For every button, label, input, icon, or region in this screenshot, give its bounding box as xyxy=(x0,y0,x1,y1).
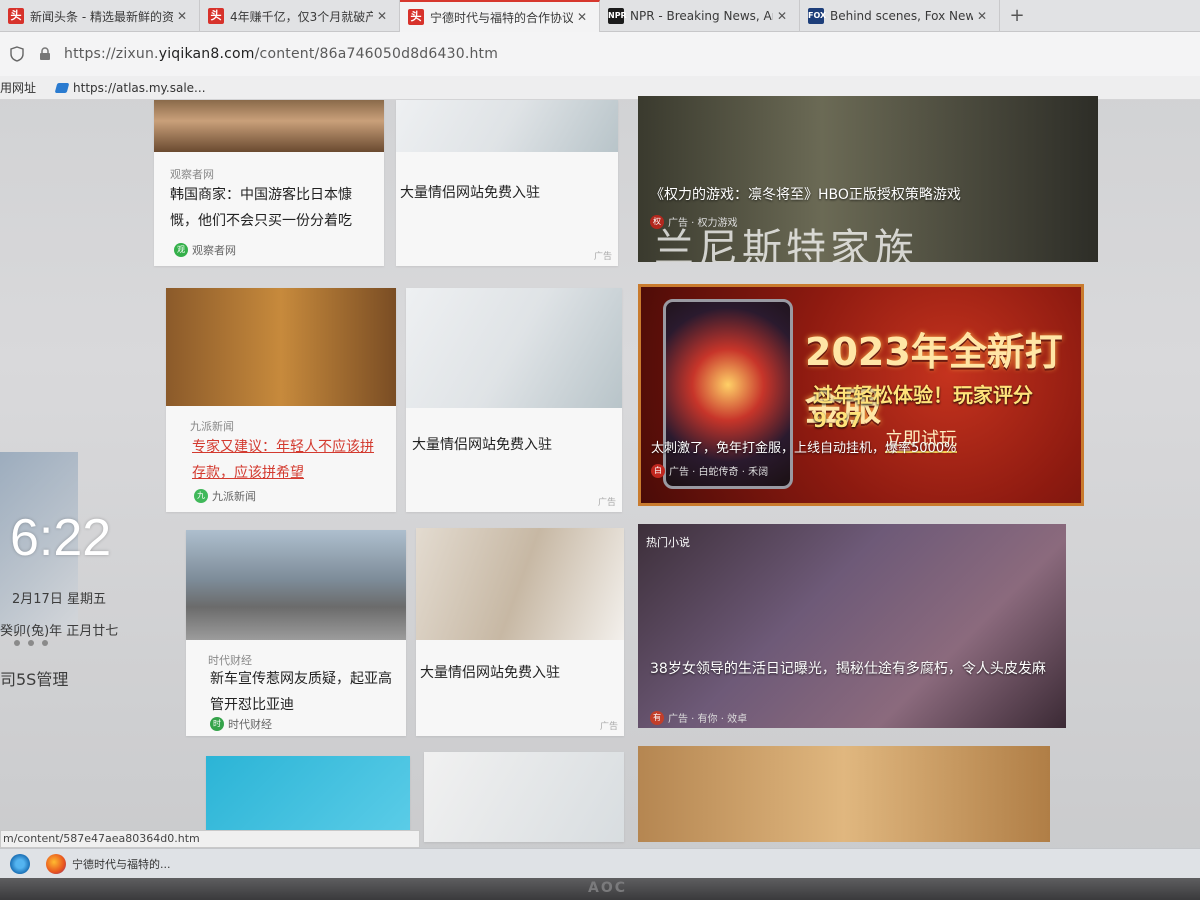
news-card[interactable]: 时代财经 新车宣传惹网友质疑，起亚高管开怼比亚迪 时 时代财经 xyxy=(186,530,406,736)
advertiser-avatar-icon: 权 xyxy=(650,214,664,229)
ad-card[interactable]: 大量情侣网站免费入驻 广告 xyxy=(406,288,622,512)
banner-footer-text: 广告 · 有你 · 效卓 xyxy=(668,714,748,725)
ad-card-partial[interactable] xyxy=(424,752,624,842)
card-image xyxy=(186,530,406,640)
card-title[interactable]: 新车宣传惹网友质疑，起亚高管开怼比亚迪 xyxy=(210,666,396,718)
toutiao-favicon-icon: 头 xyxy=(8,8,24,24)
close-icon[interactable]: ✕ xyxy=(777,9,791,23)
card-title[interactable]: 韩国商家：中国游客比日本慷慨，他们不会只买一份分着吃 xyxy=(170,182,370,234)
url-path: /content/86a746050d8d6430.htm xyxy=(254,46,499,62)
banner-footer-text: 广告 · 白蛇传奇 · 禾阔 xyxy=(669,467,769,478)
banner-footer: 有 广告 · 有你 · 效卓 xyxy=(650,710,747,725)
card-image xyxy=(406,288,622,408)
close-icon[interactable]: ✕ xyxy=(177,9,191,23)
tab-4[interactable]: NPR NPR - Breaking News, Analysi ✕ xyxy=(600,0,800,32)
banner-footer: 权 广告 · 权力游戏 xyxy=(650,214,738,229)
url-field[interactable]: https://zixun.yiqikan8.com/content/86a74… xyxy=(64,46,498,62)
card-image xyxy=(166,288,396,406)
tab-title: 4年赚千亿，仅3个月就破产：卉 xyxy=(230,9,373,24)
card-title[interactable]: 大量情侣网站免费入驻 xyxy=(412,432,616,458)
ad-label: 广告 xyxy=(597,498,616,508)
salesforce-cloud-icon xyxy=(54,82,70,93)
tab-title: 新闻头条 - 精选最新鲜的资讯为 xyxy=(30,9,173,24)
source-avatar-icon: 九 xyxy=(194,489,208,503)
bookmark-label: 用网址 xyxy=(0,81,37,95)
tab-2[interactable]: 头 4年赚千亿，仅3个月就破产：卉 ✕ xyxy=(200,0,400,32)
card-title[interactable]: 大量情侣网站免费入驻 xyxy=(400,180,610,206)
new-tab-button[interactable]: + xyxy=(1000,0,1034,31)
hot-novel-tag: 热门小说 xyxy=(646,536,690,549)
advertiser-avatar-icon: 有 xyxy=(650,710,664,725)
card-footer: 观 观察者网 xyxy=(174,242,236,258)
bookmark-item[interactable]: https://atlas.my.sale... xyxy=(54,80,206,95)
card-image xyxy=(396,100,618,152)
address-bar: https://zixun.yiqikan8.com/content/86a74… xyxy=(0,32,1200,76)
clock-lunar-date: 癸卯(兔)年 正月廿七 xyxy=(0,624,119,639)
game-ad-banner[interactable]: 兰尼斯特家族 《权力的游戏：凛冬将至》HBO正版授权策略游戏 权 广告 · 权力… xyxy=(638,96,1098,262)
tab-title: 宁德时代与福特的合作协议遭遇 xyxy=(430,10,573,25)
card-footer-source: 时代财经 xyxy=(228,718,272,731)
tab-strip: 头 新闻头条 - 精选最新鲜的资讯为 ✕ 头 4年赚千亿，仅3个月就破产：卉 ✕… xyxy=(0,0,1200,32)
card-footer: 时 时代财经 xyxy=(210,716,272,732)
banner-title[interactable]: 太刺激了，免年打金服，上线自动挂机，爆率5000% xyxy=(651,437,1081,456)
game-sword-emblem-icon xyxy=(663,299,793,489)
ad-banner-partial[interactable] xyxy=(638,746,1050,842)
clock-time: 6:22 xyxy=(10,509,112,567)
ad-label: 广告 xyxy=(593,252,612,262)
card-title[interactable]: 专家又建议：年轻人不应该拼存款，应该拼希望 xyxy=(192,434,386,486)
lock-icon[interactable] xyxy=(34,43,56,65)
url-host: yiqikan8.com xyxy=(158,46,255,62)
novel-ad-banner[interactable]: 热门小说 38岁女领导的生活日记曝光，揭秘仕途有多腐朽，令人头皮发麻 有 广告 … xyxy=(638,524,1066,728)
tab-title: NPR - Breaking News, Analysi xyxy=(630,9,773,23)
ie-browser-icon[interactable] xyxy=(10,853,30,874)
banner-footer-text: 广告 · 权力游戏 xyxy=(668,218,738,229)
card-image xyxy=(154,100,384,152)
firefox-icon[interactable] xyxy=(46,853,66,874)
desktop-label: 司5S管理 xyxy=(0,670,69,689)
tab-5[interactable]: FOX Behind scenes, Fox News star ✕ xyxy=(800,0,1000,32)
os-taskbar: 宁德时代与福特的... xyxy=(0,848,1200,878)
carousel-dots xyxy=(14,640,48,646)
close-icon[interactable]: ✕ xyxy=(577,10,591,24)
card-source: 九派新闻 xyxy=(190,420,234,433)
card-source: 观察者网 xyxy=(170,168,214,181)
monitor-brand-logo: AOC xyxy=(588,880,628,896)
tab-title: Behind scenes, Fox News star xyxy=(830,9,973,23)
card-image xyxy=(424,752,624,842)
source-avatar-icon: 观 xyxy=(174,243,188,257)
fox-favicon-icon: FOX xyxy=(808,8,826,24)
toutiao-favicon-icon: 头 xyxy=(208,8,224,24)
npr-favicon-icon: NPR xyxy=(608,8,627,24)
toutiao-favicon-icon: 头 xyxy=(408,9,424,25)
bookmark-item[interactable]: 用网址 xyxy=(0,79,36,96)
card-footer-source: 观察者网 xyxy=(192,244,236,257)
card-image xyxy=(416,528,624,640)
shield-icon[interactable] xyxy=(6,43,28,65)
close-icon[interactable]: ✕ xyxy=(977,9,991,23)
source-avatar-icon: 时 xyxy=(210,717,224,731)
tab-1[interactable]: 头 新闻头条 - 精选最新鲜的资讯为 ✕ xyxy=(0,0,200,32)
card-title[interactable]: 大量情侣网站免费入驻 xyxy=(420,660,620,686)
card-footer: 九 九派新闻 xyxy=(194,488,256,504)
bookmark-label: https://atlas.my.sale... xyxy=(73,80,206,95)
card-footer-source: 九派新闻 xyxy=(212,490,256,503)
banner-title[interactable]: 38岁女领导的生活日记曝光，揭秘仕途有多腐朽，令人头皮发麻 xyxy=(650,658,1054,680)
url-prefix: https://zixun. xyxy=(64,46,159,62)
banner-footer: 白 广告 · 白蛇传奇 · 禾阔 xyxy=(651,463,768,478)
ad-label: 广告 xyxy=(599,722,618,732)
tab-3-active[interactable]: 头 宁德时代与福特的合作协议遭遇 ✕ xyxy=(400,0,600,32)
link-status-bar: m/content/587e47aea80364d0.htm xyxy=(0,830,420,848)
close-icon[interactable]: ✕ xyxy=(377,9,391,23)
taskbar-window-label[interactable]: 宁德时代与福特的... xyxy=(72,856,171,872)
game-ad-banner[interactable]: 2023年全新打金服 过年轻松体验！玩家评分9.87 立即试玩 太刺激了，免年打… xyxy=(638,284,1084,506)
clock-date: 2月17日 星期五 xyxy=(12,592,106,607)
desktop-widget: 6:22 2月17日 星期五 癸卯(兔)年 正月廿七 司5S管理 xyxy=(0,100,160,840)
ad-card[interactable]: 大量情侣网站免费入驻 广告 xyxy=(416,528,624,736)
banner-title[interactable]: 《权力的游戏：凛冬将至》HBO正版授权策略游戏 xyxy=(650,184,1090,204)
advertiser-avatar-icon: 白 xyxy=(651,463,665,478)
ad-card[interactable]: 大量情侣网站免费入驻 广告 xyxy=(396,100,618,266)
news-card[interactable]: 观察者网 韩国商家：中国游客比日本慷慨，他们不会只买一份分着吃 观 观察者网 xyxy=(154,100,384,266)
news-card[interactable]: 九派新闻 专家又建议：年轻人不应该拼存款，应该拼希望 九 九派新闻 xyxy=(166,288,396,512)
